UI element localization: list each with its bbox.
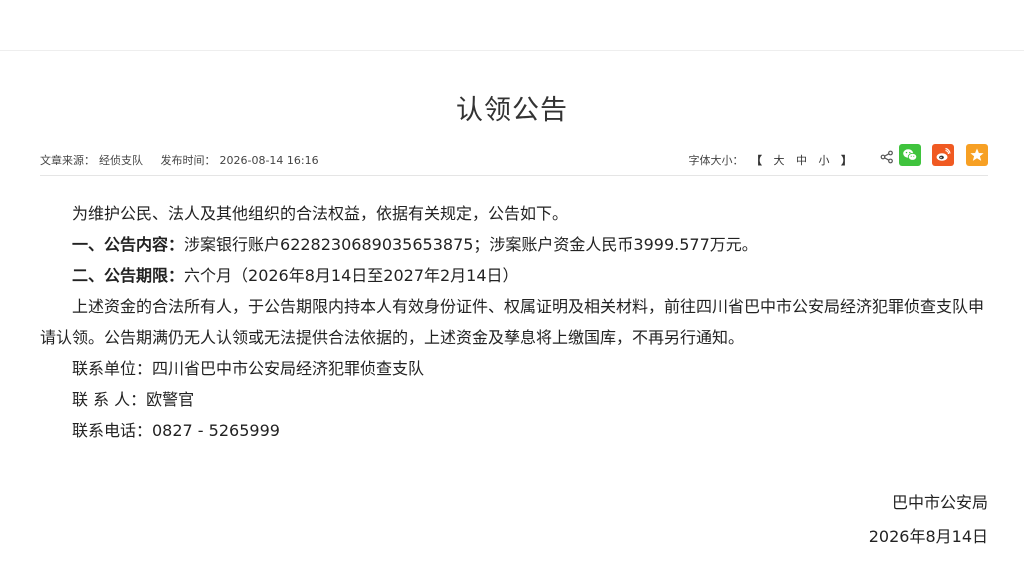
item1-text: 涉案银行账户6228230689035653875；涉案账户资金人民币3999.… <box>184 235 758 254</box>
contact-phone: 联系电话：0827 - 5265999 <box>72 421 280 440</box>
wechat-icon <box>903 149 918 161</box>
announcement-item-1: 一、公告内容：涉案银行账户6228230689035653875；涉案账户资金人… <box>40 229 992 260</box>
publish-value: 2026-08-14 16:16 <box>219 154 319 167</box>
claim-instructions-paragraph: 上述资金的合法所有人，于公告期限内持本人有效身份证件、权属证明及相关材料，前往四… <box>40 297 985 347</box>
contact-unit: 联系单位：四川省巴中市公安局经济犯罪侦查支队 <box>72 359 425 378</box>
share-icon[interactable] <box>880 150 894 164</box>
contact-person: 联 系 人：欧警官 <box>72 390 195 409</box>
bracket-open: 【 <box>751 154 762 167</box>
weibo-share-button[interactable] <box>932 144 954 166</box>
signature-block: 巴中市公安局 2026年8月14日 <box>869 486 988 554</box>
source-value: 经侦支队 <box>99 154 143 167</box>
star-icon <box>970 148 984 161</box>
signature-date: 2026年8月14日 <box>868 527 988 546</box>
publish-label: 发布时间： <box>160 154 216 167</box>
font-size-large-button[interactable]: 大 <box>774 154 785 167</box>
meta-divider <box>40 175 988 176</box>
item2-text: 六个月（2026年8月14日至2027年2月14日） <box>184 266 519 285</box>
weibo-icon <box>936 147 951 161</box>
signature-org: 巴中市公安局 <box>891 493 988 512</box>
item1-heading: 一、公告内容： <box>72 235 185 254</box>
intro-paragraph: 为维护公民、法人及其他组织的合法权益，依据有关规定，公告如下。 <box>72 204 569 223</box>
font-size-medium-button[interactable]: 中 <box>796 154 807 167</box>
article-body: 为维护公民、法人及其他组织的合法权益，依据有关规定，公告如下。 一、公告内容：涉… <box>40 198 992 446</box>
article-meta: 文章来源： 经侦支队 发布时间： 2026-08-14 16:16 字体大小： 【 … <box>40 144 988 168</box>
page-title: 认领公告 <box>456 95 568 126</box>
item2-heading: 二、公告期限： <box>72 266 185 285</box>
header-divider <box>0 50 1024 51</box>
font-size-control: 字体大小： 【 大 中 小 】 <box>689 152 857 168</box>
meta-info: 文章来源： 经侦支队 发布时间： 2026-08-14 16:16 <box>40 152 323 168</box>
wechat-share-button[interactable] <box>899 144 921 166</box>
favorite-button[interactable] <box>966 144 988 166</box>
source-label: 文章来源： <box>40 154 95 167</box>
bracket-close: 】 <box>841 154 852 167</box>
announcement-item-2: 二、公告期限：六个月（2026年8月14日至2027年2月14日） <box>40 260 992 291</box>
font-size-small-button[interactable]: 小 <box>819 154 830 167</box>
font-size-label: 字体大小： <box>688 154 744 167</box>
